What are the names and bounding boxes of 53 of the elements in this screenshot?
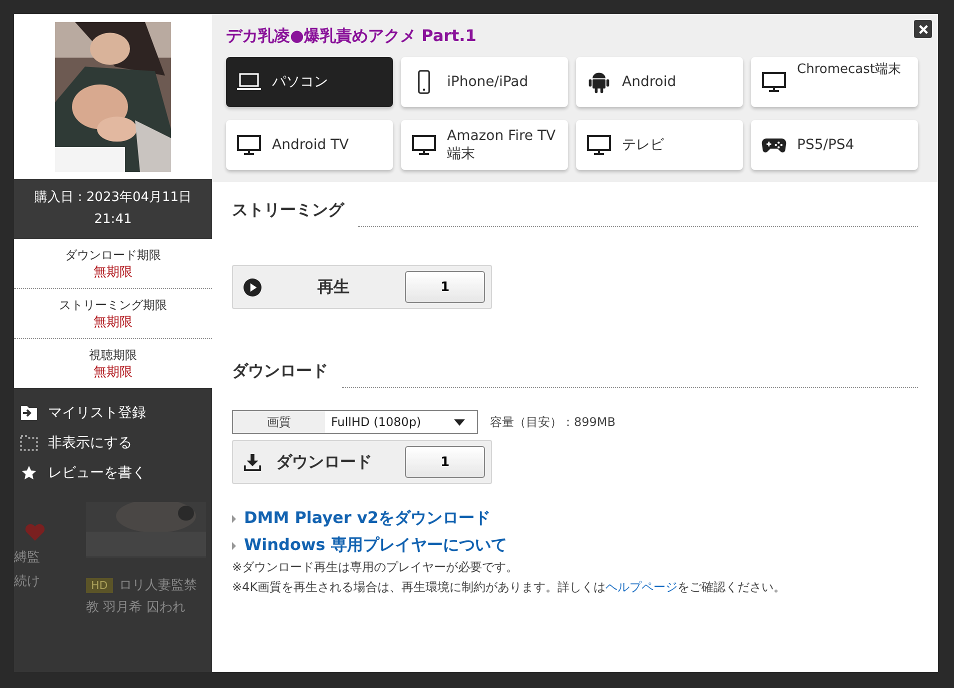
- action-link[interactable]: レビューを書く: [20, 462, 146, 484]
- purchase-date: 購入日：2023年04月11日 21:41: [14, 179, 212, 239]
- device-tab[interactable]: Chromecast端末: [751, 57, 918, 107]
- action-link[interactable]: マイリスト登録: [20, 402, 146, 424]
- note-text: ※ダウンロード再生は専用のプレイヤーが必要です。: [232, 559, 520, 576]
- limit-value: 無期限: [94, 364, 132, 382]
- monitor-icon: [586, 133, 612, 157]
- star-icon: [20, 465, 38, 481]
- device-tab[interactable]: PS5/PS4: [751, 120, 918, 170]
- note-text: ※4K画質を再生される場合は、再生環境に制約があります。詳しくはヘルプページ をご確認ください。: [232, 579, 787, 596]
- android-icon: [586, 70, 612, 94]
- monitor-icon: [761, 70, 787, 94]
- dropdown-caret-icon: [454, 418, 465, 426]
- limit-label: 視聴期限: [89, 347, 137, 364]
- device-tab[interactable]: テレビ: [576, 120, 743, 170]
- section-heading: ダウンロード: [232, 361, 328, 382]
- device-tab[interactable]: パソコン: [226, 57, 393, 107]
- quality-select[interactable]: 画質 FullHD (1080p): [232, 410, 478, 434]
- download-icon: [243, 452, 262, 472]
- file-size: 容量（目安）：899MB: [490, 414, 616, 430]
- device-tab[interactable]: Android: [576, 57, 743, 107]
- folder-add-icon: [20, 405, 38, 421]
- action-link[interactable]: 非表示にする: [20, 432, 132, 454]
- monitor-icon: [236, 133, 262, 157]
- limit-label: ダウンロード期限: [65, 247, 161, 264]
- monitor-icon: [411, 133, 437, 157]
- heart-icon: [24, 522, 46, 542]
- download-label: ダウンロード: [275, 452, 373, 472]
- close-button[interactable]: [914, 20, 932, 38]
- close-icon: [918, 24, 928, 34]
- background-text: 縛監: [14, 549, 41, 566]
- device-tab[interactable]: iPhone/iPad: [401, 57, 568, 107]
- info-link[interactable]: Windows 専用プレイヤーについて: [244, 535, 507, 556]
- device-tab[interactable]: Android TV: [226, 120, 393, 170]
- background-text: 教 羽月希 囚われ: [86, 599, 186, 616]
- play-button[interactable]: 1: [405, 271, 485, 303]
- background-text: ロリ人妻監禁: [118, 577, 197, 594]
- limit-value: 無期限: [94, 314, 132, 332]
- device-tab[interactable]: Amazon Fire TV 端末: [401, 120, 568, 170]
- play-icon: [243, 278, 262, 296]
- hd-badge: HD: [86, 578, 113, 592]
- triangle-icon: [232, 514, 236, 522]
- limit-label: ストリーミング期限: [59, 297, 167, 314]
- info-link[interactable]: DMM Player v2をダウンロード: [244, 508, 491, 529]
- help-link[interactable]: ヘルプページ: [606, 580, 678, 594]
- background-text: 続け: [14, 573, 41, 590]
- section-heading: ストリーミング: [232, 200, 344, 221]
- product-title: デカ乳凌●爆乳責めアクメ Part.1: [226, 26, 478, 47]
- download-button[interactable]: 1: [405, 446, 485, 478]
- limit-value: 無期限: [94, 264, 132, 282]
- play-label: 再生: [316, 276, 350, 298]
- triangle-icon: [232, 542, 236, 550]
- dashed-folder-icon: [20, 435, 38, 451]
